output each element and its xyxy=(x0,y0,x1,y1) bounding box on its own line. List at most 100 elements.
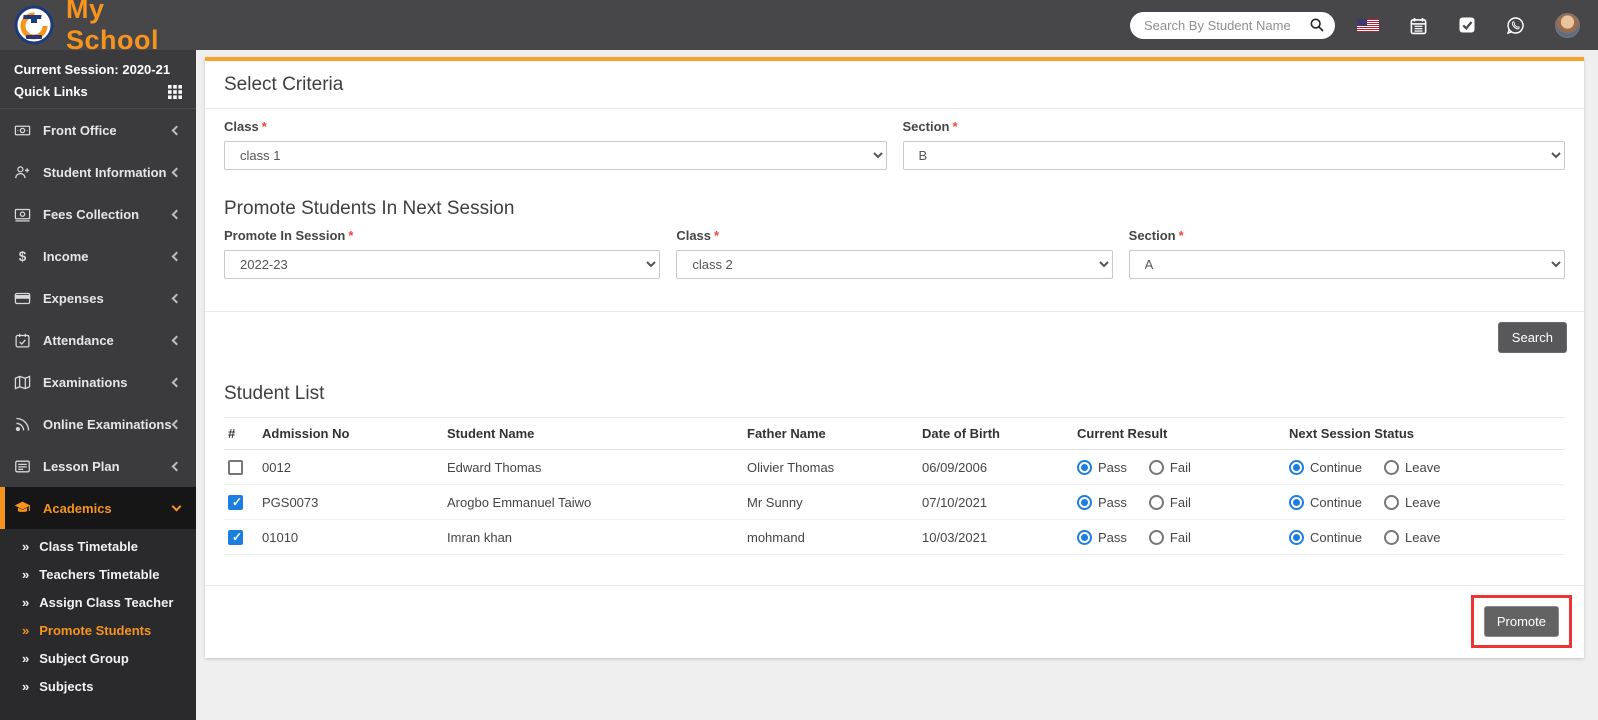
promote-class-select[interactable]: class 2 xyxy=(676,250,1113,279)
section-select[interactable]: B xyxy=(902,141,1565,170)
date-of-birth: 10/03/2021 xyxy=(918,519,1073,556)
grid-icon[interactable] xyxy=(168,84,182,99)
submenu-item-subjects[interactable]: » Subjects xyxy=(0,672,196,700)
current-result-radio-fail[interactable]: Fail xyxy=(1148,494,1191,510)
section-label: Section * xyxy=(902,119,958,134)
student-name: Imran khan xyxy=(443,519,743,556)
radio-icon[interactable] xyxy=(1148,529,1164,545)
sidebar-item-income[interactable]: $ Income xyxy=(0,235,196,277)
search-input[interactable] xyxy=(1144,17,1309,33)
tasks-icon[interactable] xyxy=(1458,16,1476,34)
current-result-radio-fail[interactable]: Fail xyxy=(1148,459,1191,475)
sidebar-item-academics[interactable]: Academics xyxy=(0,487,196,529)
submenu-item-label: Subjects xyxy=(39,678,94,694)
submenu-item-teachers-timetable[interactable]: » Teachers Timetable xyxy=(0,560,196,588)
language-flag-icon[interactable] xyxy=(1357,18,1379,32)
double-chevron-icon: » xyxy=(22,566,30,582)
column-header: Admission No xyxy=(258,417,443,450)
sidebar-item-online-examinations[interactable]: Online Examinations xyxy=(0,403,196,445)
sidebar-item-front-office[interactable]: Front Office xyxy=(0,109,196,151)
radio-icon[interactable] xyxy=(1289,529,1304,545)
sidebar-item-student-information[interactable]: Student Information xyxy=(0,151,196,193)
submenu-item-assign-class-teacher[interactable]: » Assign Class Teacher xyxy=(0,588,196,616)
radio-icon[interactable] xyxy=(1384,529,1400,545)
row-select-checkbox[interactable] xyxy=(228,495,243,511)
row-select-checkbox[interactable] xyxy=(228,530,243,546)
student-table: # Admission No Student Name Father Name Date… xyxy=(224,417,1565,556)
sidebar-item-label: Income xyxy=(43,248,89,264)
promote-section-field: Section * A xyxy=(1128,228,1565,279)
radio-label: Continue xyxy=(1310,529,1363,545)
user-avatar[interactable] xyxy=(1555,12,1580,38)
submenu-item-promote-students[interactable]: » Promote Students xyxy=(0,616,196,644)
sidebar-item-label: Online Examinations xyxy=(43,416,172,432)
sidebar-item-expenses[interactable]: Expenses xyxy=(0,277,196,319)
whatsapp-icon[interactable] xyxy=(1506,16,1525,35)
promote-session-field: Promote In Session * 2022-23 xyxy=(224,228,661,279)
row-select-checkbox[interactable] xyxy=(228,460,243,476)
sidebar-item-attendance[interactable]: Attendance xyxy=(0,319,196,361)
search-icon[interactable] xyxy=(1309,17,1325,33)
student-row: 0012 Edward Thomas Olivier Thomas 06/09/200… xyxy=(224,449,1565,486)
radio-icon[interactable] xyxy=(1148,494,1164,510)
radio-icon[interactable] xyxy=(1289,494,1304,510)
current-result-radio-pass[interactable]: Pass xyxy=(1077,459,1127,475)
required-asterisk: * xyxy=(714,228,720,243)
radio-icon[interactable] xyxy=(1077,529,1092,545)
promote-section-label: Section * xyxy=(1128,228,1184,243)
column-header: Student Name xyxy=(443,417,743,450)
chevron-left-icon xyxy=(171,209,182,219)
banknote-icon xyxy=(14,206,31,223)
current-result-radio-pass[interactable]: Pass xyxy=(1077,494,1127,510)
calendar-icon[interactable] xyxy=(1409,16,1428,35)
radio-icon[interactable] xyxy=(1077,459,1092,475)
search-button[interactable]: Search xyxy=(1497,322,1567,353)
radio-label: Fail xyxy=(1169,494,1191,510)
sidebar-item-label: Lesson Plan xyxy=(43,458,120,474)
class-field: Class * class 1 xyxy=(224,119,887,170)
radio-icon[interactable] xyxy=(1077,494,1092,510)
next-session-status-radio-leave[interactable]: Leave xyxy=(1384,459,1441,475)
svg-text:$: $ xyxy=(19,248,27,263)
brand-area[interactable]: My School xyxy=(0,0,196,55)
brand-title: My School xyxy=(66,0,160,55)
current-result-radio-pass[interactable]: Pass xyxy=(1077,529,1127,545)
radio-label: Pass xyxy=(1098,494,1127,510)
radio-icon[interactable] xyxy=(1384,459,1400,475)
sidebar-item-label: Front Office xyxy=(43,122,117,138)
next-session-status-radio-continue[interactable]: Continue xyxy=(1289,529,1363,545)
current-result-radio-fail[interactable]: Fail xyxy=(1148,529,1191,545)
submenu-item-subject-group[interactable]: » Subject Group xyxy=(0,644,196,672)
sidebar-item-lesson-plan[interactable]: Lesson Plan xyxy=(0,445,196,487)
required-asterisk: * xyxy=(1178,228,1184,243)
next-session-status-radio-leave[interactable]: Leave xyxy=(1384,494,1440,510)
promote-section-select[interactable]: A xyxy=(1128,250,1565,279)
quick-links-label: Quick Links xyxy=(14,84,88,99)
sidebar-item-examinations[interactable]: Examinations xyxy=(0,361,196,403)
sidebar-item-label: Expenses xyxy=(43,290,104,306)
person-add-icon xyxy=(14,164,31,181)
radio-label: Leave xyxy=(1405,459,1441,475)
next-session-status-radio-continue[interactable]: Continue xyxy=(1289,494,1363,510)
chevron-left-icon xyxy=(171,125,182,135)
student-row: 01010Imran khanmohmand10/03/2021 Pass Fail… xyxy=(224,519,1565,556)
class-select[interactable]: class 1 xyxy=(224,141,887,170)
chevron-down-icon xyxy=(171,501,182,511)
student-name: Arogbo Emmanuel Taiwo xyxy=(443,484,743,521)
student-row: PGS0073Arogbo Emmanuel TaiwoMr Sunny07/1… xyxy=(224,484,1565,521)
radio-icon[interactable] xyxy=(1148,459,1164,475)
sidebar-item-fees-collection[interactable]: Fees Collection xyxy=(0,193,196,235)
sidebar-item-label: Attendance xyxy=(43,332,114,348)
required-asterisk: * xyxy=(348,228,354,243)
radio-icon[interactable] xyxy=(1289,459,1304,475)
radio-icon[interactable] xyxy=(1384,494,1400,510)
column-header: # xyxy=(224,417,258,450)
next-session-status-radio-leave[interactable]: Leave xyxy=(1384,529,1440,545)
radio-label: Fail xyxy=(1169,459,1191,475)
next-session-status-radio-continue[interactable]: Continue xyxy=(1289,459,1362,475)
promote-button[interactable]: Promote xyxy=(1483,606,1559,638)
student-search[interactable] xyxy=(1130,11,1335,39)
submenu-item-class-timetable[interactable]: » Class Timetable xyxy=(0,532,196,560)
radio-label: Continue xyxy=(1310,494,1363,510)
promote-session-select[interactable]: 2022-23 xyxy=(224,250,661,279)
